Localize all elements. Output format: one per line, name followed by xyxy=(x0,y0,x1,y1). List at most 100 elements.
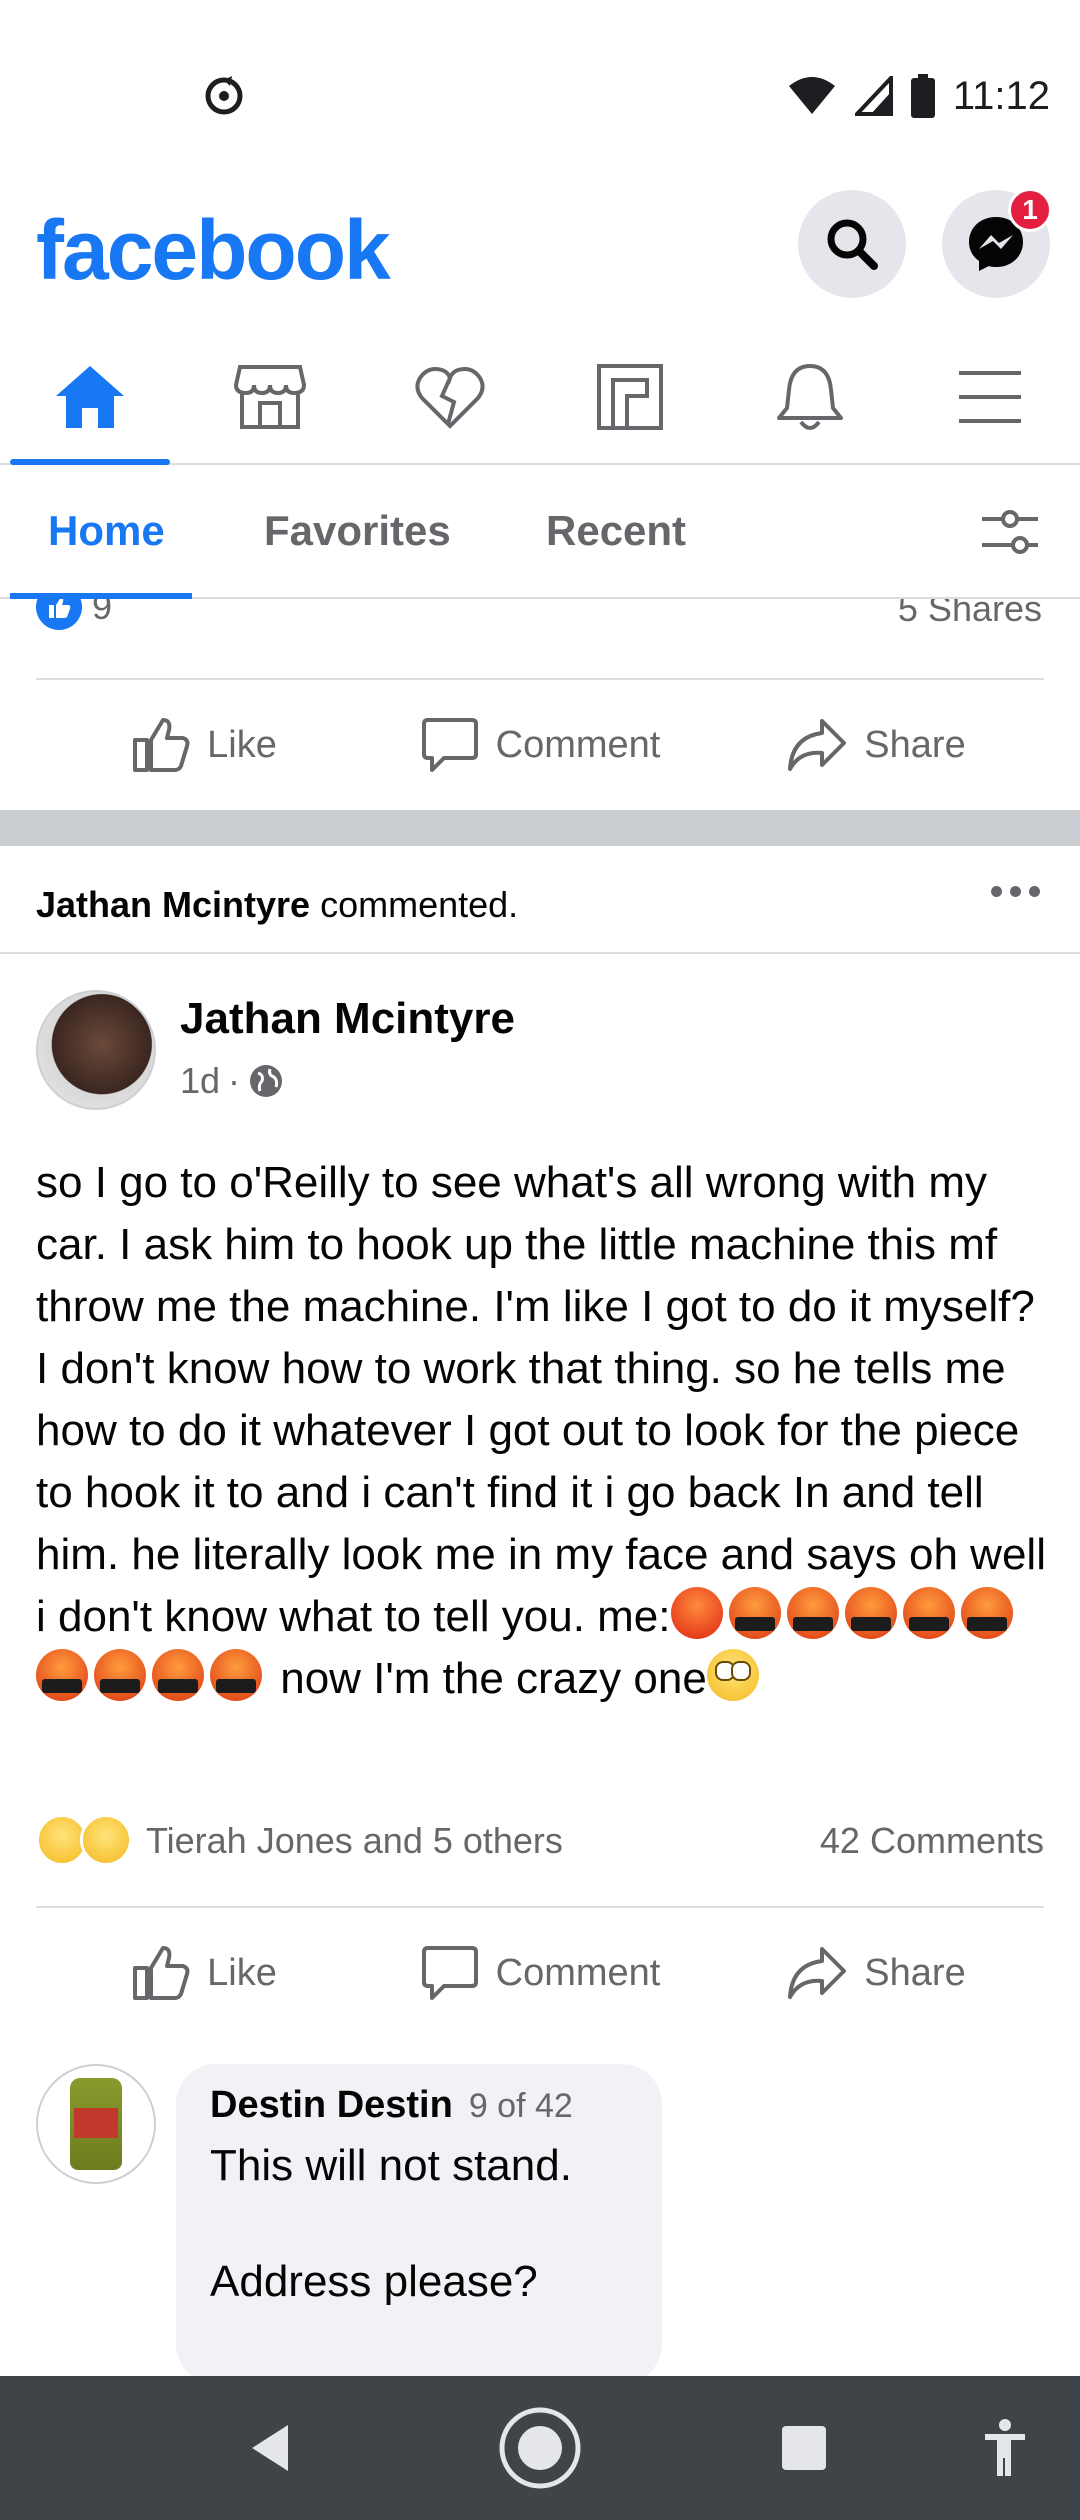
system-navigation-bar xyxy=(0,2376,1080,2520)
like-label: Like xyxy=(207,723,277,766)
share-icon xyxy=(788,719,847,771)
angry-face-emoji xyxy=(670,1587,723,1639)
cursing-face-emoji xyxy=(210,1649,262,1701)
cursing-face-emoji xyxy=(786,1587,839,1639)
status-bar: 11:12 xyxy=(0,0,1080,190)
notice-action: commented. xyxy=(310,884,519,925)
comment-bubble[interactable]: Destin Destin 9 of 42 This will not stand… xyxy=(176,2064,662,2384)
share-button[interactable]: Share xyxy=(708,1908,1044,2038)
author-avatar[interactable] xyxy=(36,990,156,1110)
post-separator xyxy=(0,810,1080,846)
eye-roll-emoji xyxy=(706,1649,759,1701)
cursing-face-emoji xyxy=(94,1649,146,1701)
nav-pages[interactable] xyxy=(540,330,720,463)
search-button[interactable] xyxy=(798,190,906,298)
home-system-button[interactable] xyxy=(490,2376,590,2520)
filter-icon[interactable] xyxy=(980,507,1040,557)
meta-separator: · xyxy=(228,1060,241,1101)
post-meta: 1d · xyxy=(180,1060,284,1102)
like-button[interactable]: Like xyxy=(36,680,372,810)
notifications-icon xyxy=(777,363,843,430)
messenger-button[interactable]: 1 xyxy=(942,188,1052,298)
recents-icon xyxy=(782,2426,826,2470)
nav-marketplace[interactable] xyxy=(180,330,360,463)
comment-icon xyxy=(421,1946,478,2000)
notice-actor[interactable]: Jathan Mcintyre xyxy=(36,884,310,925)
share-icon xyxy=(788,1947,847,1999)
sync-icon xyxy=(205,76,243,115)
share-button[interactable]: Share xyxy=(708,680,1044,810)
cursing-face-emoji xyxy=(152,1649,204,1701)
signal-icon xyxy=(854,76,893,116)
menu-icon xyxy=(959,370,1021,423)
messenger-badge: 1 xyxy=(1008,188,1052,232)
nav-notifications[interactable] xyxy=(720,330,900,463)
marketplace-icon xyxy=(233,364,307,429)
like-label: Like xyxy=(207,1951,277,1994)
nav-menu[interactable] xyxy=(900,330,1080,463)
comment-button[interactable]: Comment xyxy=(372,1908,708,2038)
cursing-face-emoji xyxy=(728,1587,781,1639)
post-text-end: now I'm the crazy one xyxy=(268,1654,707,1703)
home-icon xyxy=(56,365,124,428)
tab-recent[interactable]: Recent xyxy=(546,507,686,555)
reaction-summary: Tierah Jones and 5 others 42 Comments xyxy=(36,1810,1044,1870)
share-label: Share xyxy=(864,723,966,766)
nav-dating[interactable] xyxy=(360,330,540,463)
app-header: facebook 1 xyxy=(0,188,1080,300)
main-navigation xyxy=(0,330,1080,465)
status-time: 11:12 xyxy=(952,73,1050,118)
reaction-names[interactable]: Tierah Jones and 5 others xyxy=(146,1820,563,1862)
accessibility-icon xyxy=(985,2419,1025,2476)
pages-icon xyxy=(597,363,663,430)
battery-icon xyxy=(910,74,935,118)
tab-home[interactable]: Home xyxy=(48,507,165,555)
tab-favorites[interactable]: Favorites xyxy=(264,507,451,555)
nav-home[interactable] xyxy=(0,330,180,465)
post-text: so I go to o'Reilly to see what's all wr… xyxy=(36,1152,1046,1710)
accessibility-button[interactable] xyxy=(960,2376,1050,2520)
back-icon xyxy=(252,2425,288,2471)
share-label: Share xyxy=(864,1951,966,1994)
status-icons: 11:12 xyxy=(787,68,1050,124)
comment-icon xyxy=(421,718,478,772)
cursing-face-emoji xyxy=(960,1587,1013,1639)
search-icon xyxy=(827,219,878,270)
cursing-face-emoji xyxy=(36,1649,88,1701)
comment-label: Comment xyxy=(495,723,661,766)
comment-button[interactable]: Comment xyxy=(372,680,708,810)
dating-icon xyxy=(415,366,485,429)
thumbs-up-icon xyxy=(133,1946,190,2000)
previous-post-stats: 9 5 Shares xyxy=(0,590,1080,680)
activity-notice: Jathan Mcintyre commented. xyxy=(0,846,1080,954)
post-author-name[interactable]: Jathan Mcintyre xyxy=(180,994,515,1044)
post-actions: Like Comment Share xyxy=(36,1906,1044,2038)
comment-author[interactable]: Destin Destin xyxy=(210,2084,453,2126)
recents-button[interactable] xyxy=(754,2376,854,2520)
facebook-logo[interactable]: facebook xyxy=(36,202,391,299)
comment-text: This will not stand. Address please? xyxy=(210,2141,572,2306)
comments-count[interactable]: 42 Comments xyxy=(820,1820,1044,1862)
active-tab-indicator xyxy=(10,593,192,599)
globe-icon xyxy=(250,1065,283,1097)
commenter-avatar[interactable] xyxy=(36,2064,156,2184)
haha-reaction-icon xyxy=(80,1814,132,1866)
thumbs-up-icon xyxy=(133,718,190,772)
wifi-icon xyxy=(788,77,835,114)
like-button[interactable]: Like xyxy=(36,1908,372,2038)
feed-tabs: Home Favorites Recent xyxy=(0,467,1080,599)
olive-jar-image xyxy=(70,2078,122,2170)
back-button[interactable] xyxy=(220,2376,320,2520)
comment-label: Comment xyxy=(495,1951,661,1994)
activity-notice-text: Jathan Mcintyre commented. xyxy=(36,884,518,926)
post-header: Jathan Mcintyre 1d · xyxy=(0,990,1080,1120)
cursing-face-emoji xyxy=(844,1587,897,1639)
comment-index: 9 of 42 xyxy=(468,2087,573,2125)
previous-post-actions: Like Comment Share xyxy=(36,678,1044,810)
home-circle-icon xyxy=(499,2407,581,2489)
post-timestamp[interactable]: 1d xyxy=(180,1060,220,1102)
cursing-face-emoji xyxy=(902,1587,955,1639)
reaction-icons[interactable] xyxy=(36,1814,132,1866)
more-options-icon[interactable] xyxy=(991,886,1040,897)
post-text-main: so I go to o'Reilly to see what's all wr… xyxy=(36,1158,1046,1641)
